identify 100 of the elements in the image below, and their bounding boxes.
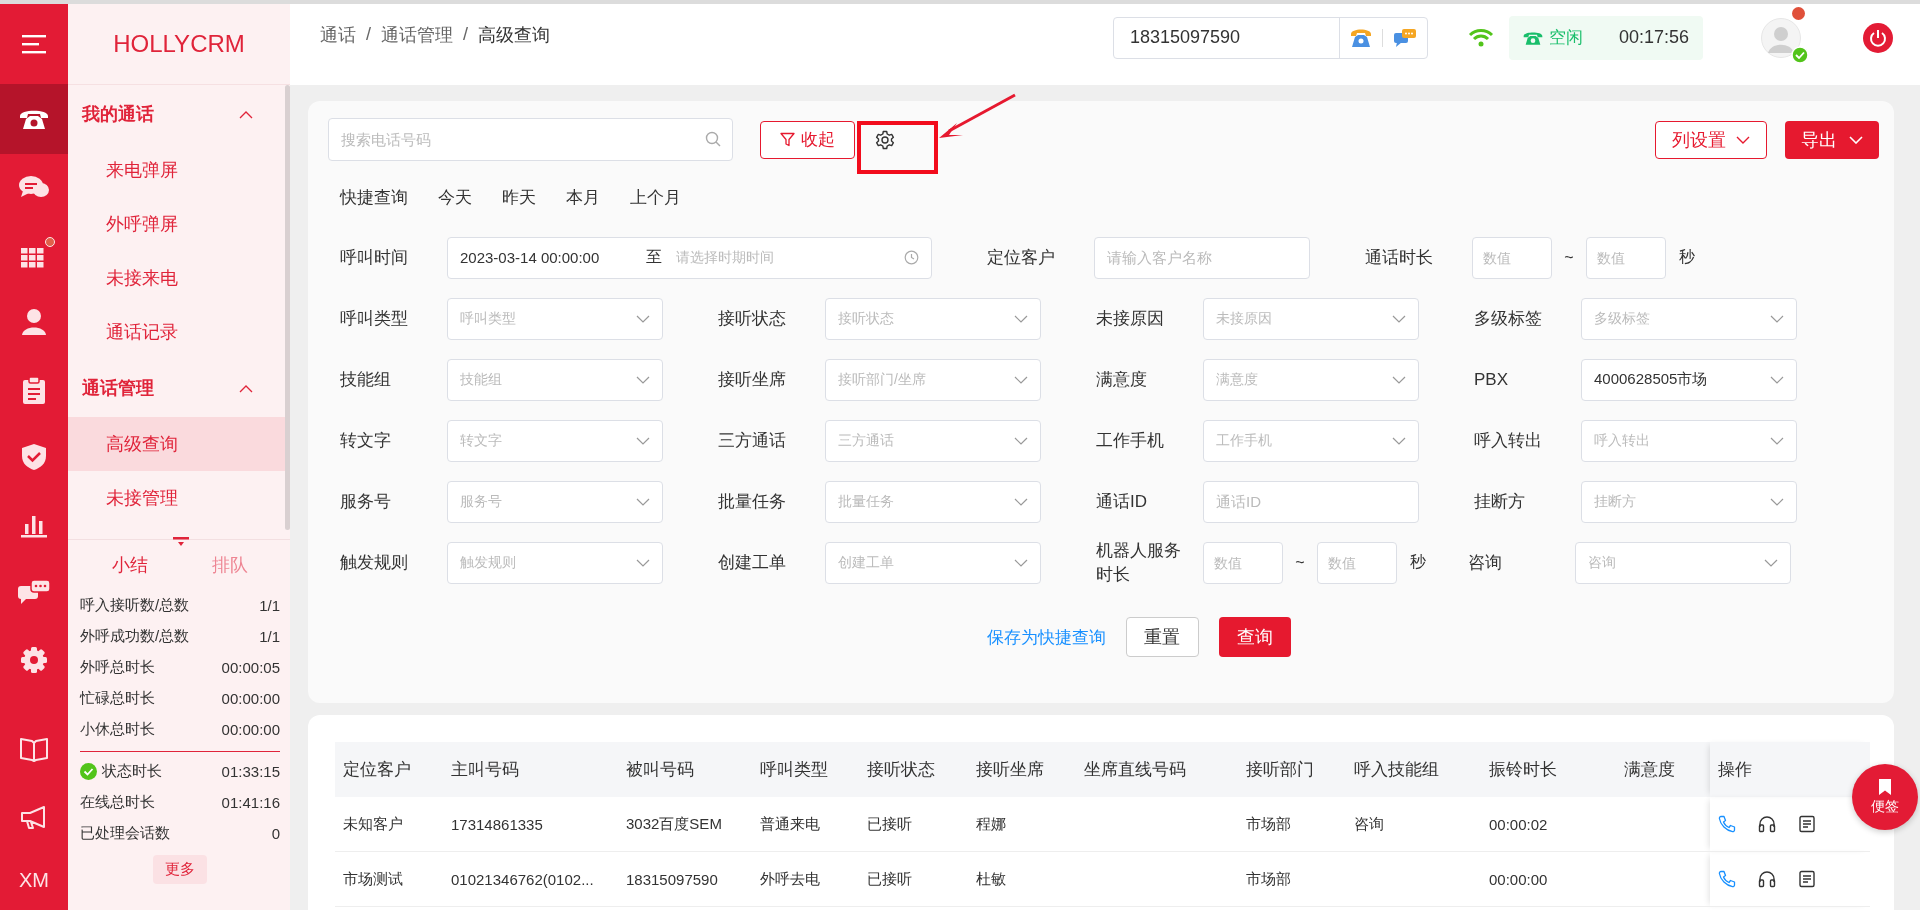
chevron-down-icon — [1014, 558, 1028, 567]
menu-item[interactable]: 通话记录 — [68, 305, 285, 359]
menu-group[interactable]: 我的通话 — [68, 85, 285, 143]
summary-tab[interactable]: 小结 — [85, 553, 175, 577]
scrollbar[interactable] — [285, 85, 290, 530]
field-label: 触发规则 — [340, 551, 409, 574]
summary-tab[interactable]: 排队 — [185, 553, 275, 577]
clipboard-icon — [22, 375, 46, 404]
column-header: 主叫号码 — [443, 742, 618, 797]
field-label: 咨询 — [1468, 551, 1503, 574]
menu-item[interactable]: 高级查询 — [68, 417, 285, 471]
collapse-button[interactable]: 收起 — [760, 120, 855, 159]
range-separator: ~ — [1563, 248, 1575, 267]
field-label: 定位客户 — [987, 246, 1056, 269]
column-header: 坐席直线号码 — [1076, 742, 1238, 797]
column-header: 呼入技能组 — [1346, 742, 1481, 797]
stat-label: 小休总时长 — [80, 720, 155, 739]
range-separator: ~ — [1294, 553, 1306, 572]
search-icon — [705, 131, 721, 147]
date-range-field[interactable]: 2023-03-14 00:00:00 至 请选择时期时间 — [447, 236, 932, 279]
table-cell: 未知客户 — [335, 797, 443, 852]
field-label: 呼叫类型 — [340, 307, 409, 330]
power-button[interactable] — [1863, 22, 1893, 53]
phone-call-icon[interactable] — [1718, 815, 1736, 833]
message-icon[interactable] — [1393, 27, 1417, 48]
search-button[interactable]: 查询 — [1218, 617, 1291, 657]
quick-query-option[interactable]: 本月 — [566, 185, 600, 209]
more-button[interactable]: 更多 — [153, 855, 207, 884]
column-header: 定位客户 — [335, 742, 443, 797]
agent-status[interactable]: 空闲 00:17:56 — [1509, 15, 1703, 60]
input-field[interactable]: 请输入客户名称 — [1094, 236, 1310, 279]
menu-item[interactable]: 外呼弹屏 — [68, 197, 285, 251]
avatar[interactable] — [1761, 17, 1801, 58]
menu-item[interactable]: 来电弹屏 — [68, 143, 285, 197]
field-label: 批量任务 — [718, 490, 787, 513]
chevron-down-icon — [1014, 436, 1028, 445]
select-field[interactable]: 4000628505市场 — [1581, 358, 1797, 401]
quick-query-label: 快捷查询 — [340, 186, 408, 209]
menu-item[interactable]: 未接来电 — [68, 251, 285, 305]
column-header: 接听部门 — [1238, 742, 1346, 797]
chevron-down-icon — [636, 558, 650, 567]
table-cell: 市场测试 — [335, 851, 443, 907]
breadcrumb-separator: / — [366, 24, 371, 45]
field-label: 未接原因 — [1096, 307, 1165, 330]
settings-icon[interactable] — [875, 129, 895, 150]
column-header: 被叫号码 — [618, 742, 752, 797]
table-cell: 咨询 — [1346, 797, 1481, 852]
chevron-down-icon — [1770, 314, 1784, 323]
chevron-down-icon — [636, 436, 650, 445]
clock-icon — [904, 250, 919, 265]
breadcrumb-item: 高级查询 — [478, 23, 551, 47]
quick-query-option[interactable]: 上个月 — [630, 185, 681, 209]
quick-query-option[interactable]: 今天 — [438, 185, 472, 209]
field-label: 通话ID — [1096, 490, 1148, 513]
table-cell: 3032百度SEM — [618, 797, 752, 852]
chevron-down-icon — [636, 497, 650, 506]
number-field[interactable]: 数值 — [1472, 236, 1552, 279]
export-button[interactable]: 导出 — [1785, 120, 1879, 159]
dial-phone-icon[interactable] — [1350, 27, 1372, 48]
stat-value: 1/1 — [259, 597, 280, 614]
power-icon — [1869, 28, 1887, 47]
input-field[interactable]: 通话ID — [1203, 480, 1419, 523]
breadcrumb-separator: / — [463, 24, 469, 45]
quick-query-option[interactable]: 昨天 — [502, 185, 536, 209]
field-label: 呼叫时间 — [340, 246, 409, 269]
field-label: 挂断方 — [1474, 490, 1526, 513]
settings-icon — [20, 645, 48, 674]
column-header: 接听状态 — [859, 742, 968, 797]
table-cell: 外呼去电 — [752, 851, 859, 907]
column-header: 呼叫类型 — [752, 742, 859, 797]
menu-item[interactable]: 未接管理 — [68, 471, 285, 525]
document-icon[interactable] — [1798, 815, 1816, 833]
table-cell: 杜敏 — [968, 851, 1076, 907]
number-field[interactable]: 数值 — [1203, 541, 1283, 584]
phone-call-icon[interactable] — [1718, 870, 1736, 888]
unit-label: 秒 — [1679, 247, 1695, 267]
headphones-icon[interactable] — [1758, 815, 1776, 833]
save-quick-query-link[interactable]: 保存为快捷查询 — [986, 625, 1106, 649]
user-initials: XM — [18, 867, 50, 893]
search-field[interactable]: 搜索电话号码 — [328, 118, 733, 161]
column-settings-button[interactable]: 列设置 — [1655, 120, 1767, 159]
document-icon[interactable] — [1798, 870, 1816, 888]
headphones-icon[interactable] — [1758, 870, 1776, 888]
phone-field[interactable]: 18315097590 — [1113, 16, 1428, 59]
chevron-down-icon — [1764, 558, 1778, 567]
menu-group[interactable]: 通话管理 — [68, 359, 285, 417]
field-label: 多级标签 — [1474, 307, 1543, 330]
table-cell: 18315097590 — [618, 851, 752, 907]
stat-value: 1/1 — [259, 628, 280, 645]
reset-button[interactable]: 重置 — [1125, 617, 1199, 657]
breadcrumb-item[interactable]: 通话 — [320, 22, 356, 47]
field-label: 接听状态 — [718, 307, 787, 330]
field-label: 创建工单 — [718, 551, 787, 574]
field-label: 三方通话 — [718, 429, 787, 452]
table-cell: 00:00:00 — [1481, 851, 1616, 907]
number-field[interactable]: 数值 — [1317, 541, 1397, 584]
table-cell: 已接听 — [859, 851, 968, 907]
book-icon — [19, 736, 49, 763]
breadcrumb-item[interactable]: 通话管理 — [381, 22, 453, 47]
number-field[interactable]: 数值 — [1586, 236, 1666, 279]
